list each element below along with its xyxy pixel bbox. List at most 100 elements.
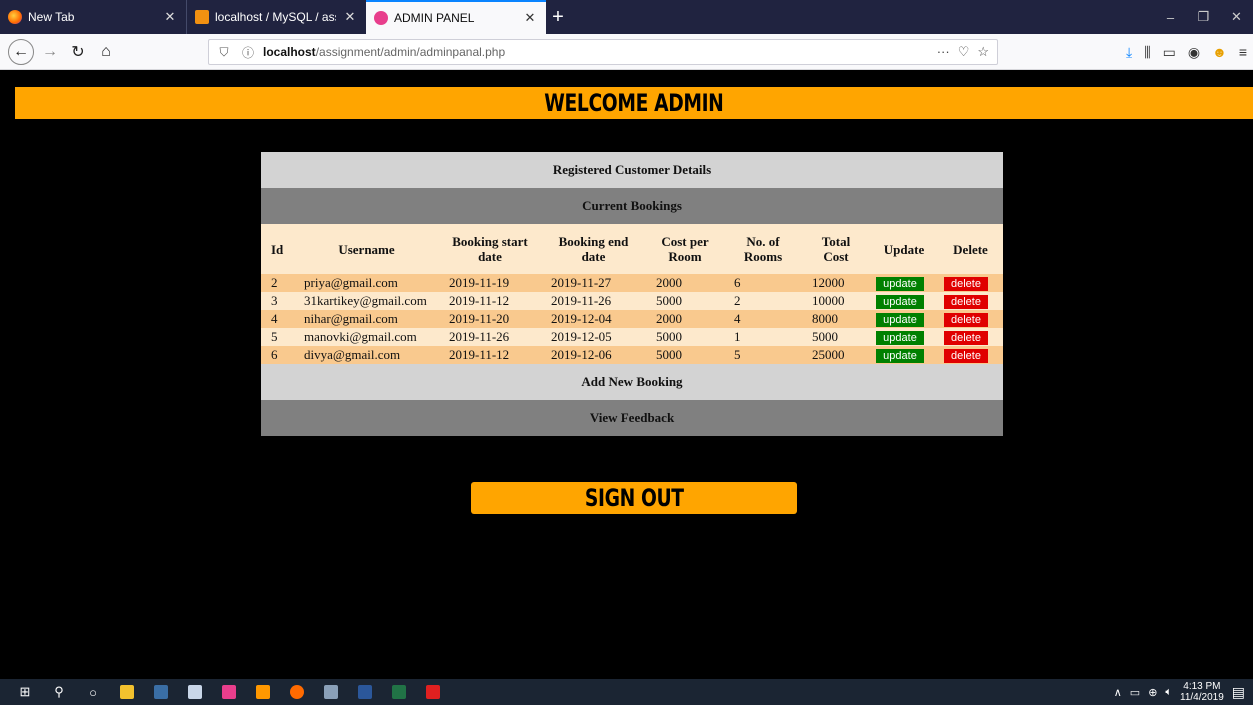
tab-new-tab[interactable]: New Tab ✕	[0, 0, 186, 34]
word-icon[interactable]	[350, 679, 380, 705]
cell-username: manovki@gmail.com	[294, 328, 439, 346]
sublime-text-icon[interactable]	[248, 679, 278, 705]
close-tab-icon[interactable]: ✕	[342, 9, 358, 25]
cell-start: 2019-11-20	[439, 310, 541, 328]
registered-customers-link[interactable]: Registered Customer Details	[261, 152, 1003, 188]
url-path: /assignment/admin/adminpanal.php	[315, 45, 506, 59]
home-icon[interactable]: ⌂	[94, 40, 118, 64]
windows-start-icon[interactable]: ⊞	[10, 679, 40, 705]
excel-icon[interactable]	[384, 679, 414, 705]
clock-date: 11/4/2019	[1180, 692, 1224, 703]
update-button[interactable]: update	[876, 313, 924, 327]
cell-end: 2019-12-04	[541, 310, 646, 328]
menu-icon[interactable]: ≡	[1239, 44, 1247, 60]
cell-delete: delete	[938, 274, 1003, 292]
welcome-heading: WELCOME ADMIN	[544, 89, 724, 117]
bookings-table: Id Username Booking start date Booking en…	[261, 224, 1003, 364]
extension-icon[interactable]: ◉	[1188, 44, 1200, 61]
welcome-banner: WELCOME ADMIN	[15, 87, 1253, 119]
cell-total: 10000	[802, 292, 870, 310]
page-actions-icon[interactable]: ···	[937, 44, 950, 60]
col-username: Username	[338, 241, 395, 257]
bookmark-star-icon[interactable]: ☆	[977, 44, 989, 60]
delete-button[interactable]: delete	[944, 277, 988, 291]
tracking-shield-icon[interactable]: ⛉	[215, 45, 233, 60]
cell-start: 2019-11-12	[439, 346, 541, 364]
cell-total: 25000	[802, 346, 870, 364]
table-header-row: Id Username Booking start date Booking en…	[261, 224, 1003, 274]
close-tab-icon[interactable]: ✕	[522, 10, 538, 26]
minimize-icon[interactable]: –	[1154, 0, 1187, 34]
app-icon[interactable]	[180, 679, 210, 705]
add-new-booking-link[interactable]: Add New Booking	[261, 364, 1003, 400]
battery-icon[interactable]: ▭	[1130, 686, 1140, 699]
cell-username: divya@gmail.com	[294, 346, 439, 364]
network-icon[interactable]: ⊕	[1148, 686, 1157, 699]
cell-delete: delete	[938, 346, 1003, 364]
cell-end: 2019-11-26	[541, 292, 646, 310]
reload-icon[interactable]: ↻	[66, 40, 90, 64]
pocket-icon[interactable]: ♡	[958, 44, 970, 60]
table-row: 3 31kartikey@gmail.com 2019-11-12 2019-1…	[261, 292, 1003, 310]
cell-update: update	[870, 274, 938, 292]
view-feedback-link[interactable]: View Feedback	[261, 400, 1003, 436]
cell-id: 3	[261, 292, 294, 310]
admin-panel: Registered Customer Details Current Book…	[261, 152, 1003, 436]
col-id: Id	[271, 241, 284, 257]
delete-button[interactable]: delete	[944, 295, 988, 309]
delete-button[interactable]: delete	[944, 349, 988, 363]
xampp-icon[interactable]	[146, 679, 176, 705]
address-bar[interactable]: ⛉ ⓘ localhost/assignment/admin/adminpana…	[208, 39, 998, 65]
browser-tab-strip: New Tab ✕ localhost / MySQL / assignmen …	[0, 0, 1253, 34]
clock[interactable]: 4:13 PM 11/4/2019	[1180, 681, 1224, 703]
restore-icon[interactable]: ❐	[1187, 0, 1220, 34]
toolbar-right: ⤓ ⫼ ▭ ◉ ☻ ≡	[1126, 34, 1247, 70]
col-rooms: No. of Rooms	[743, 234, 783, 264]
update-button[interactable]: update	[876, 277, 924, 291]
close-tab-icon[interactable]: ✕	[162, 9, 178, 25]
update-button[interactable]: update	[876, 295, 924, 309]
chevron-up-icon[interactable]: ∧	[1114, 686, 1122, 699]
col-booking-start: Booking start date	[452, 234, 528, 264]
cell-update: update	[870, 292, 938, 310]
sign-out-button[interactable]: SIGN OUT	[471, 482, 797, 514]
search-icon[interactable]: ⚲	[44, 679, 74, 705]
notifications-icon[interactable]: ▤	[1232, 684, 1245, 701]
col-delete: Delete	[953, 241, 988, 257]
new-tab-button[interactable]: +	[546, 0, 570, 34]
forward-icon[interactable]: →	[38, 40, 62, 64]
cell-username: 31kartikey@gmail.com	[294, 292, 439, 310]
app-icon[interactable]	[214, 679, 244, 705]
col-update: Update	[883, 241, 925, 257]
downloads-icon[interactable]: ⤓	[1126, 44, 1132, 61]
info-icon[interactable]: ⓘ	[239, 44, 257, 61]
cell-cost: 2000	[646, 310, 724, 328]
acrobat-icon[interactable]	[418, 679, 448, 705]
col-total-cost: Total Cost	[821, 234, 851, 264]
sign-out-label: SIGN OUT	[584, 484, 684, 512]
cell-total: 8000	[802, 310, 870, 328]
tab-phpmyadmin[interactable]: localhost / MySQL / assignmen ✕	[186, 0, 366, 34]
file-explorer-icon[interactable]	[112, 679, 142, 705]
current-bookings-header[interactable]: Current Bookings	[261, 188, 1003, 224]
windows-taskbar: ⊞ ⚲ ○ ∧ ▭ ⊕ 🔈︎ 4:13 PM 11/4/2019 ▤	[0, 679, 1253, 705]
cell-rooms: 2	[724, 292, 802, 310]
close-window-icon[interactable]: ✕	[1220, 0, 1253, 34]
col-booking-end: Booking end date	[558, 234, 629, 264]
firefox-taskbar-icon[interactable]	[282, 679, 312, 705]
account-icon[interactable]: ☻	[1212, 44, 1227, 60]
app-icon[interactable]	[316, 679, 346, 705]
update-button[interactable]: update	[876, 349, 924, 363]
window-controls: – ❐ ✕	[1154, 0, 1253, 34]
delete-button[interactable]: delete	[944, 331, 988, 345]
delete-button[interactable]: delete	[944, 313, 988, 327]
cell-end: 2019-11-27	[541, 274, 646, 292]
volume-icon[interactable]: 🔈︎	[1165, 686, 1172, 699]
tab-admin-panel[interactable]: ADMIN PANEL ✕	[366, 0, 546, 34]
cell-cost: 5000	[646, 328, 724, 346]
back-icon[interactable]: ←	[8, 38, 34, 65]
cortana-icon[interactable]: ○	[78, 679, 108, 705]
library-icon[interactable]: ⫼	[1144, 44, 1150, 61]
update-button[interactable]: update	[876, 331, 924, 345]
sidebar-icon[interactable]: ▭	[1163, 44, 1176, 61]
